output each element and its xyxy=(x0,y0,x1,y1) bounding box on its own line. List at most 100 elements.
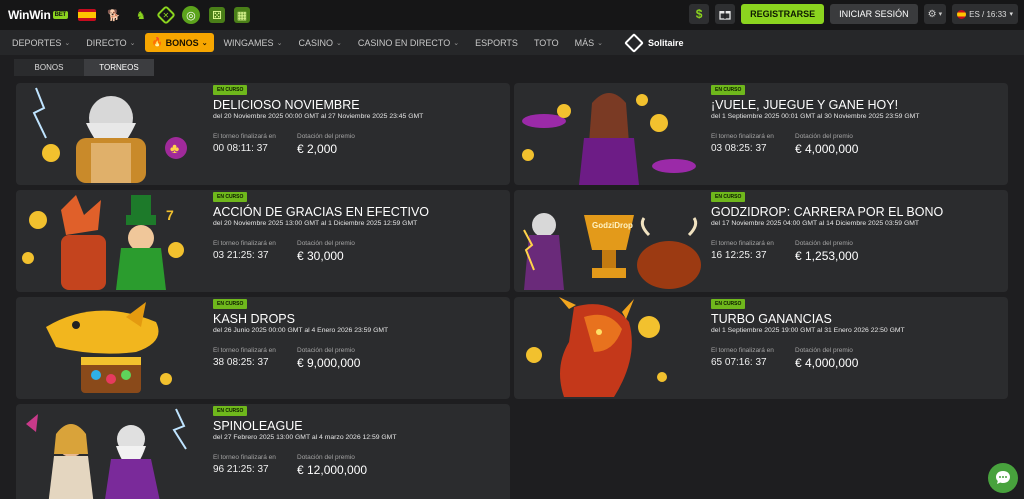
countdown-label: El torneo finalizará en xyxy=(213,347,276,354)
nav-casino-en-directo[interactable]: CASINO EN DIRECTO ⌄ xyxy=(352,33,465,52)
status-badge: EN CURSO xyxy=(711,192,746,202)
nav-mas[interactable]: MÁS ⌄ xyxy=(569,33,609,52)
nav-bonos[interactable]: 🔥 BONOS ⌄ xyxy=(145,33,214,52)
nav-label: BONOS xyxy=(165,37,199,48)
chevron-down-icon: ⌄ xyxy=(276,39,283,47)
shield-x-icon[interactable]: ✕ xyxy=(156,5,176,25)
countdown-value: 38 08:25: 37 xyxy=(213,357,269,368)
tournament-dates: del 20 Noviembre 2025 13:00 GMT al 1 Dic… xyxy=(213,220,418,227)
tournament-card[interactable]: 7 EN CURSO ACCIÓN DE GRACIAS EN EFECTIVO… xyxy=(16,190,510,292)
gods-duo-art xyxy=(26,408,187,499)
horse-icon[interactable]: ♞ xyxy=(132,6,150,24)
nav-casino[interactable]: CASINO ⌄ xyxy=(292,33,347,52)
top-bar: WinWin BET 🐕 ♞ ✕ ◎ ⚄ ▦ $ REGISTRARSE INI… xyxy=(0,0,1024,30)
tournament-card[interactable]: EN CURSO SPINOLEAGUE del 27 Febrero 2025… xyxy=(16,404,510,499)
tournament-dates: del 27 Febrero 2025 13:00 GMT al 4 marzo… xyxy=(213,434,397,441)
chevron-down-icon: ▾ xyxy=(1009,11,1013,18)
status-badge: EN CURSO xyxy=(711,299,746,309)
status-badge: EN CURSO xyxy=(213,192,248,202)
dolphin-treasure-art xyxy=(46,302,172,393)
nav-wingames[interactable]: WINGAMES ⌄ xyxy=(218,33,289,52)
site-logo[interactable]: WinWin BET xyxy=(8,8,68,22)
support-chat-button[interactable] xyxy=(988,463,1018,493)
prize-value: € 1,253,000 xyxy=(795,249,859,263)
spain-flag-icon xyxy=(957,9,967,19)
dice-icon[interactable]: ⚄ xyxy=(208,7,225,23)
countdown-label: El torneo finalizará en xyxy=(213,133,276,140)
status-badge: EN CURSO xyxy=(213,299,248,309)
gift-button[interactable] xyxy=(715,4,736,24)
login-button[interactable]: INICIAR SESIÓN xyxy=(830,4,918,24)
ticket-icon[interactable]: ▦ xyxy=(233,7,250,23)
tournament-dates: del 17 Noviembre 2025 04:00 GMT al 14 Di… xyxy=(711,220,920,227)
tab-bonos[interactable]: BONOS xyxy=(14,59,84,76)
prize-value: € 4,000,000 xyxy=(795,142,859,156)
nav-label: WINGAMES xyxy=(223,37,274,48)
countdown-value: 96 21:25: 37 xyxy=(213,464,269,475)
nav-esports[interactable]: ESPORTS xyxy=(469,33,524,52)
tournament-dates: del 1 Septiembre 2025 00:01 GMT al 30 No… xyxy=(711,113,920,120)
nav-toto[interactable]: TOTO xyxy=(528,33,565,52)
tab-torneos[interactable]: TORNEOS xyxy=(84,59,154,76)
settings-dropdown[interactable]: ⚙ ▾ xyxy=(923,4,947,24)
tournament-title: KASH DROPS xyxy=(213,312,295,326)
nav-directo[interactable]: DIRECTO ⌄ xyxy=(80,33,141,52)
nav-label: TOTO xyxy=(533,37,559,48)
gift-icon xyxy=(719,11,731,20)
tournament-title: ACCIÓN DE GRACIAS EN EFECTIVO xyxy=(213,205,430,219)
godzidrop-trophy-art: GodziDrop xyxy=(523,213,701,290)
countdown-value: 16 12:25: 37 xyxy=(711,250,767,261)
main-nav: DEPORTES ⌄ DIRECTO ⌄ 🔥 BONOS ⌄ WINGAMES ⌄ CAS… xyxy=(0,30,1024,55)
deposit-dollar-button[interactable]: $ xyxy=(689,4,710,24)
aviator-pilot-art xyxy=(522,93,696,185)
tournament-card[interactable]: EN CURSO KASH DROPS del 26 Junio 2025 00… xyxy=(16,297,510,399)
countdown-value: 03 21:25: 37 xyxy=(213,250,269,261)
dog-icon[interactable]: 🐕 xyxy=(105,6,123,24)
nav-solitaire[interactable]: Solitaire xyxy=(621,32,690,53)
chevron-down-icon: ⌄ xyxy=(129,39,136,47)
chevron-down-icon: ▾ xyxy=(938,11,943,18)
language-time-dropdown[interactable]: ES / 16:33 ▾ xyxy=(952,4,1018,24)
countdown-value: 65 07:16: 37 xyxy=(711,357,767,368)
tournament-title: DELICIOSO NOVIEMBRE xyxy=(213,98,360,112)
nav-label: CASINO xyxy=(298,37,333,48)
status-badge: EN CURSO xyxy=(213,406,248,416)
status-badge: EN CURSO xyxy=(711,85,746,95)
chevron-down-icon: ⌄ xyxy=(597,39,603,47)
tournament-title: SPINOLEAGUE xyxy=(213,419,303,433)
register-button[interactable]: REGISTRARSE xyxy=(741,4,825,24)
nav-deportes[interactable]: DEPORTES ⌄ xyxy=(6,33,76,52)
gear-icon: ⚙ xyxy=(927,8,937,20)
nav-label: CASINO EN DIRECTO xyxy=(357,37,451,48)
tournament-card[interactable]: EN CURSO TURBO GANANCIAS del 1 Septiembr… xyxy=(514,297,1008,399)
nav-label: DEPORTES xyxy=(12,37,62,48)
tournament-title: GODZIDROP: CARRERA POR EL BONO xyxy=(711,205,944,219)
tournament-card[interactable]: GodziDrop EN CURSO GODZIDROP: CARRERA PO… xyxy=(514,190,1008,292)
prize-label: Dotación del premio xyxy=(297,347,355,354)
prize-value: € 2,000 xyxy=(297,142,338,156)
tournament-card[interactable]: EN CURSO ¡VUELE, JUEGUE Y GANE HOY! del … xyxy=(514,83,1008,185)
tournament-title: ¡VUELE, JUEGUE Y GANE HOY! xyxy=(711,98,899,112)
globe-icon[interactable]: ◎ xyxy=(181,6,200,24)
fire-dragon-art xyxy=(526,297,667,397)
svg-text:7: 7 xyxy=(166,207,174,223)
tournament-dates: del 20 Noviembre 2025 00:00 GMT al 27 No… xyxy=(213,113,424,120)
logo-text: WinWin xyxy=(8,8,51,22)
status-badge: EN CURSO xyxy=(213,85,248,95)
chevron-down-icon: ⌄ xyxy=(64,39,71,47)
promo-tabs: BONOS TORNEOS xyxy=(14,59,154,76)
zeus-thunder-art: ♣ xyxy=(32,87,187,183)
chevron-down-icon: ⌄ xyxy=(201,39,208,47)
tournament-title: TURBO GANANCIAS xyxy=(711,312,832,326)
solitaire-icon xyxy=(624,32,644,53)
chevron-down-icon: ⌄ xyxy=(453,39,460,47)
svg-text:GodziDrop: GodziDrop xyxy=(592,221,633,230)
countdown-label: El torneo finalizará en xyxy=(711,240,774,247)
prize-label: Dotación del premio xyxy=(297,454,355,461)
spain-flag-icon[interactable] xyxy=(77,9,96,21)
tournament-card[interactable]: ♣ EN CURSO DELICIOSO NOVIEMBRE del 20 No… xyxy=(16,83,510,185)
chevron-down-icon: ⌄ xyxy=(335,39,342,47)
nav-label: ESPORTS xyxy=(475,37,518,48)
tournament-dates: del 1 Septiembre 2025 19:00 GMT al 31 En… xyxy=(711,327,905,334)
countdown-value: 00 08:11: 37 xyxy=(213,143,268,154)
